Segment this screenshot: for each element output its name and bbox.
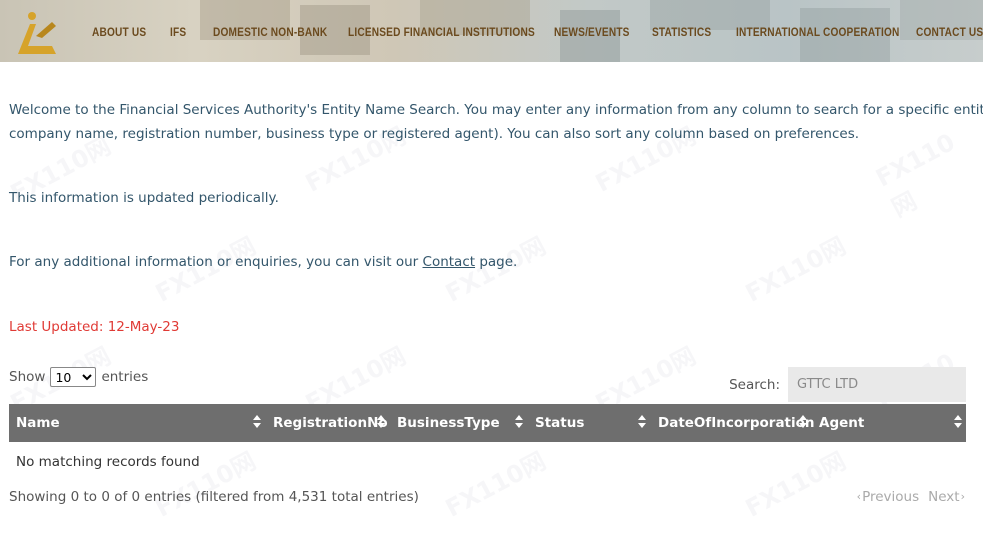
entries-label: entries bbox=[101, 369, 149, 385]
enquiry-prefix: For any additional information or enquir… bbox=[9, 254, 419, 270]
nav-statistics[interactable]: STATISTICS bbox=[652, 27, 711, 39]
column-header-name[interactable]: Name bbox=[16, 404, 60, 442]
column-header-dateofincorporation[interactable]: DateOfIncorporation bbox=[658, 404, 815, 442]
column-header-registrationno[interactable]: RegistrationNo bbox=[273, 404, 388, 442]
updated-note: This information is updated periodically… bbox=[9, 190, 279, 206]
next-button[interactable]: Next bbox=[928, 485, 959, 509]
sort-icon[interactable] bbox=[638, 415, 646, 429]
nav-licensed-financial-institutions[interactable]: LICENSED FINANCIAL INSTITUTIONS bbox=[348, 27, 535, 39]
site-header: ABOUT US IFS DOMESTIC NON-BANK LICENSED … bbox=[0, 0, 983, 62]
column-header-agent[interactable]: Agent bbox=[819, 404, 864, 442]
intro-paragraph: Welcome to the Financial Services Author… bbox=[9, 98, 983, 146]
enquiry-suffix: page. bbox=[479, 254, 518, 270]
sort-icon[interactable] bbox=[515, 415, 523, 429]
watermark: FX110网 bbox=[440, 446, 551, 523]
nav-ifs[interactable]: IFS bbox=[170, 27, 186, 39]
intro-line-1: Welcome to the Financial Services Author… bbox=[9, 102, 983, 118]
intro-line-2: company name, registration number, busin… bbox=[9, 126, 860, 142]
contact-link[interactable]: Contact bbox=[423, 254, 476, 270]
table-header-row: Name RegistrationNo BusinessType Status … bbox=[9, 404, 966, 442]
search-input[interactable] bbox=[788, 367, 966, 402]
last-updated: Last Updated: 12-May-23 bbox=[9, 319, 180, 335]
nav-contact-us[interactable]: CONTACT US bbox=[916, 27, 983, 39]
nav-international-cooperation[interactable]: INTERNATIONAL COOPERATION bbox=[736, 27, 900, 39]
entries-per-page-select[interactable]: 10 bbox=[50, 367, 97, 387]
table-info: Showing 0 to 0 of 0 entries (filtered fr… bbox=[9, 489, 419, 505]
watermark: FX110网 bbox=[740, 231, 851, 308]
pagination: ‹ Previous Next › bbox=[856, 485, 966, 509]
table-search: Search: bbox=[729, 367, 966, 402]
empty-table-message: No matching records found bbox=[16, 454, 200, 470]
search-label: Search: bbox=[729, 376, 780, 393]
show-label: Show bbox=[9, 369, 46, 385]
sort-icon[interactable] bbox=[253, 415, 261, 429]
sort-icon[interactable] bbox=[954, 415, 962, 429]
previous-button[interactable]: Previous bbox=[862, 485, 919, 509]
entries-length-menu: Show 10 entries bbox=[9, 367, 148, 387]
main-navigation: ABOUT US IFS DOMESTIC NON-BANK LICENSED … bbox=[0, 27, 983, 43]
nav-domestic-non-bank[interactable]: DOMESTIC NON-BANK bbox=[213, 27, 327, 39]
nav-about-us[interactable]: ABOUT US bbox=[92, 27, 146, 39]
sort-icon[interactable] bbox=[799, 415, 807, 429]
enquiry-line: For any additional information or enquir… bbox=[9, 250, 517, 274]
nav-news-events[interactable]: NEWS/EVENTS bbox=[554, 27, 630, 39]
sort-icon[interactable] bbox=[377, 415, 385, 429]
column-header-businesstype[interactable]: BusinessType bbox=[397, 404, 500, 442]
column-header-status[interactable]: Status bbox=[535, 404, 584, 442]
chevron-left-icon: ‹ bbox=[856, 490, 862, 503]
watermark: FX110网 bbox=[740, 446, 851, 523]
chevron-right-icon: › bbox=[960, 490, 965, 503]
